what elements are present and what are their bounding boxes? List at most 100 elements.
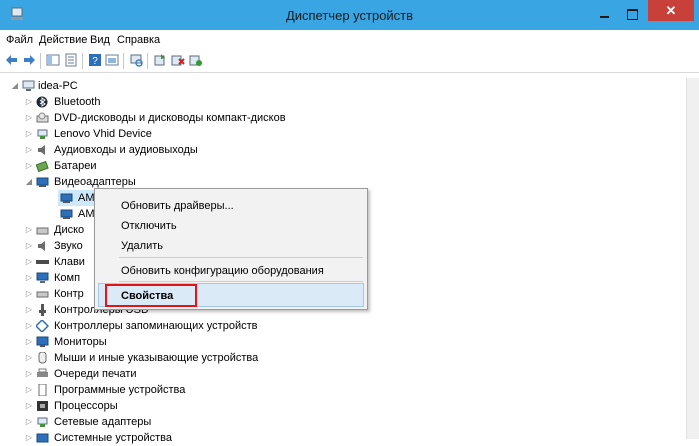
tree-item-computer[interactable]: ▷ Комп [24,270,104,286]
menu-action[interactable]: Действие [39,34,87,46]
tree-item-network-adapters[interactable]: ▷ Сетевые адаптеры [24,414,184,430]
processor-icon [37,401,48,411]
tree-item-software-devices[interactable]: ▷ Программные устройства [24,382,224,398]
forward-icon[interactable] [22,53,36,67]
monitor-icon [36,336,49,347]
title-bar: Диспетчер устройств ✕ [0,0,699,30]
collapsed-arrow-icon[interactable]: ▷ [24,254,34,270]
expanded-arrow-icon[interactable]: ◢ [10,78,20,94]
tree-item-label: Комп [54,272,81,284]
expanded-arrow-icon[interactable]: ◢ [24,174,34,190]
menu-scan-hardware[interactable]: Обновить конфигурацию оборудования [121,265,324,277]
collapsed-arrow-icon[interactable]: ▷ [24,142,34,158]
scan-icon[interactable] [129,53,143,67]
printer-icon [37,368,48,377]
tree-item-dvd[interactable]: ▷ DVD-дисководы и дисководы компакт-диск… [24,110,324,126]
collapsed-arrow-icon[interactable]: ▷ [24,350,34,366]
collapsed-arrow-icon[interactable]: ▷ [24,302,34,318]
tree-item-lenovo-vhid[interactable]: ▷ Lenovo Vhid Device [24,126,224,142]
tree-item-label: Очереди печати [54,368,137,380]
controller-icon [36,291,49,298]
tree-item-label: Диско [54,224,85,236]
collapsed-arrow-icon[interactable]: ▷ [24,382,34,398]
battery-icon [36,160,49,172]
disk-drive-icon [36,227,49,235]
tree-item-processors[interactable]: ▷ Процессоры [24,398,184,414]
menu-file[interactable]: Файл [6,34,33,46]
tree-item-monitors[interactable]: ▷ Мониторы [24,334,164,350]
speaker-icon [38,241,45,251]
annotation-highlight-box [105,284,197,307]
collapsed-arrow-icon[interactable]: ▷ [24,430,34,446]
collapsed-arrow-icon[interactable]: ▷ [24,158,34,174]
vertical-scrollbar[interactable] [686,78,699,439]
tree-item-label: Системные устройства [54,432,173,444]
tree-item-sound[interactable]: ▷ Звуко [24,238,104,254]
storage-controller-icon [36,320,49,332]
computer-icon [22,80,35,91]
tree-item-batteries[interactable]: ▷ Батареи [24,158,224,174]
tree-item-label: Мониторы [54,336,107,348]
help-icon[interactable]: ? [88,53,102,67]
tree-item-disks[interactable]: ▷ Диско [24,222,104,238]
menu-bar: Файл Действие Вид Справка [0,30,699,51]
collapsed-arrow-icon[interactable]: ▷ [24,398,34,414]
tree-item-system-devices[interactable]: ▷ Системные устройства [24,430,204,446]
back-icon[interactable] [5,53,19,67]
collapsed-arrow-icon[interactable]: ▷ [24,414,34,430]
view-icon[interactable] [46,53,60,67]
tree-root[interactable]: ◢ idea-PC [10,78,210,94]
svg-text:?: ? [92,56,98,67]
mouse-icon [38,352,47,364]
collapsed-arrow-icon[interactable]: ▷ [24,126,34,142]
dvd-drive-icon [36,112,49,123]
menu-update-drivers[interactable]: Обновить драйверы... [121,200,234,212]
tree-root-label: idea-PC [38,80,78,92]
network-adapter-icon [37,417,48,427]
collapsed-arrow-icon[interactable]: ▷ [24,110,34,126]
toolbar-separator [123,53,124,69]
toolbar-separator [40,53,41,69]
tree-item-controllers[interactable]: ▷ Контр [24,286,104,302]
hid-device-icon [37,129,48,139]
update-driver-icon[interactable] [153,53,167,67]
display-adapter-icon [36,177,49,187]
minimize-button[interactable] [592,4,616,24]
properties-icon[interactable] [64,53,78,67]
collapsed-arrow-icon[interactable]: ▷ [24,270,34,286]
tree-item-mice[interactable]: ▷ Мыши и иные указывающие устройства [24,350,284,366]
toolbar-separator [82,53,83,69]
tree-item-print-queues[interactable]: ▷ Очереди печати [24,366,184,382]
maximize-button[interactable] [620,4,644,24]
collapsed-arrow-icon[interactable]: ▷ [24,334,34,350]
menu-disable[interactable]: Отключить [121,220,177,232]
tree-item-label: Программные устройства [54,384,186,396]
menu-uninstall[interactable]: Удалить [121,240,163,252]
usb-icon [39,304,46,316]
tree-item-label: Аудиовходы и аудиовыходы [54,144,198,156]
disable-icon[interactable] [189,53,203,67]
collapsed-arrow-icon[interactable]: ▷ [24,94,34,110]
tree-item-label: Процессоры [54,400,118,412]
menu-help[interactable]: Справка [117,34,160,46]
tree-item-label: AM [78,208,95,220]
menu-view[interactable]: Вид [90,34,110,46]
show-icon[interactable] [105,53,119,67]
display-adapter-icon [60,193,73,203]
speaker-icon [38,145,45,155]
tree-item-audio-io[interactable]: ▷ Аудиовходы и аудиовыходы [24,142,244,158]
tree-item-label: Сетевые адаптеры [54,416,152,428]
collapsed-arrow-icon[interactable]: ▷ [24,222,34,238]
tree-item-keyboards[interactable]: ▷ Клави [24,254,104,270]
tree-item-storage-controllers[interactable]: ▷ Контроллеры запоминающих устройств [24,318,284,334]
uninstall-icon[interactable] [171,53,185,67]
collapsed-arrow-icon[interactable]: ▷ [24,286,34,302]
close-button[interactable]: ✕ [648,0,694,21]
collapsed-arrow-icon[interactable]: ▷ [24,238,34,254]
tree-item-label: Батареи [54,160,97,172]
collapsed-arrow-icon[interactable]: ▷ [24,366,34,382]
tree-item-label: Lenovo Vhid Device [54,128,152,140]
menu-separator [119,257,363,258]
tree-item-bluetooth[interactable]: ▷ Bluetooth [24,94,244,110]
collapsed-arrow-icon[interactable]: ▷ [24,318,34,334]
